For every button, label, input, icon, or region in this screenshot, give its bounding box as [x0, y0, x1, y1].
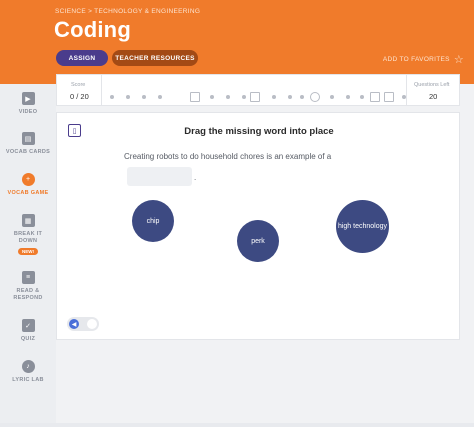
milestone-icon: [370, 92, 380, 102]
sidebar-item-label: VOCAB GAME: [7, 190, 49, 196]
sidebar-item-lyric-lab[interactable]: ♪ LYRIC LAB: [0, 360, 56, 384]
word-bubble-perk[interactable]: perk: [237, 220, 279, 262]
vocab-cards-icon: ▤: [21, 132, 35, 145]
video-icon: ▶: [21, 92, 35, 105]
audio-toggle[interactable]: ◀: [67, 317, 99, 331]
sidebar-item-label: BREAK IT DOWN: [13, 231, 43, 244]
progress-dot: [346, 95, 350, 99]
score-label: Score: [71, 82, 86, 88]
progress-dot: [272, 95, 276, 99]
drop-target[interactable]: [127, 167, 192, 186]
star-icon: ☆: [453, 54, 464, 66]
instruction-text: Drag the missing word into place: [184, 126, 334, 137]
progress-dot: [288, 95, 292, 99]
read-respond-icon: ≡: [21, 271, 35, 284]
milestone-icon: [190, 92, 200, 102]
sidebar-item-read-respond[interactable]: ≡ READ & RESPOND: [0, 271, 56, 302]
sentence-end: .: [194, 173, 197, 182]
milestone-icon: [310, 92, 320, 102]
questions-left-box: Questions Left 20: [406, 75, 459, 105]
questions-left-value: 20: [429, 92, 438, 101]
sidebar-item-label: VOCAB CARDS: [5, 149, 51, 155]
quiz-icon: ✓: [21, 319, 35, 332]
milestone-icon: [250, 92, 260, 102]
speaker-icon: ◀: [69, 319, 79, 329]
progress-dot: [300, 95, 304, 99]
progress-dot: [126, 95, 130, 99]
sidebar-item-label: QUIZ: [20, 336, 36, 342]
breadcrumb[interactable]: SCIENCE > TECHNOLOGY & ENGINEERING: [55, 8, 200, 15]
progress-dot: [242, 95, 246, 99]
new-badge: NEW!: [18, 248, 38, 255]
progress-dot: [210, 95, 214, 99]
page-title: Coding: [54, 17, 131, 42]
add-to-favorites-button[interactable]: ADD TO FAVORITES ☆: [383, 53, 464, 66]
score-box: Score 0 / 20: [57, 75, 102, 105]
progress-dot: [142, 95, 146, 99]
teacher-resources-button[interactable]: TEACHER RESOURCES: [112, 50, 198, 66]
game-card: ▯ Drag the missing word into place Creat…: [56, 112, 460, 340]
word-bubble-high-technology[interactable]: high technology: [336, 200, 389, 253]
progress-dot: [330, 95, 334, 99]
score-bar: Score 0 / 20 Questions Left 20: [56, 74, 460, 106]
sidebar-item-break-it-down[interactable]: ▦ BREAK IT DOWN NEW!: [0, 214, 56, 255]
sidebar-item-label: READ & RESPOND: [13, 288, 43, 301]
sentence-text: Creating robots to do household chores i…: [124, 152, 332, 161]
progress-track: [102, 75, 406, 105]
vocab-game-icon: +: [21, 173, 35, 186]
milestone-icon: [384, 92, 394, 102]
add-to-favorites-label: ADD TO FAVORITES: [382, 56, 450, 63]
questions-left-label: Questions Left: [414, 82, 450, 88]
progress-dot: [360, 95, 364, 99]
sidebar: ▶ VIDEO ▤ VOCAB CARDS + VOCAB GAME ▦ BRE…: [0, 84, 56, 427]
assign-button[interactable]: ASSIGN: [56, 50, 108, 66]
sidebar-item-label: VIDEO: [18, 109, 38, 115]
toggle-knob: [87, 319, 97, 329]
progress-dot: [226, 95, 230, 99]
sidebar-item-vocab-game[interactable]: + VOCAB GAME: [0, 173, 56, 197]
progress-dot: [158, 95, 162, 99]
footer-strip: [0, 423, 474, 427]
word-bubble-chip[interactable]: chip: [132, 200, 174, 242]
score-value: 0 / 20: [70, 92, 89, 101]
lyric-lab-icon: ♪: [21, 360, 35, 373]
sidebar-item-vocab-cards[interactable]: ▤ VOCAB CARDS: [0, 132, 56, 156]
sidebar-item-video[interactable]: ▶ VIDEO: [0, 92, 56, 116]
page-header: SCIENCE > TECHNOLOGY & ENGINEERING Codin…: [0, 0, 474, 84]
progress-dot: [110, 95, 114, 99]
sidebar-item-label: LYRIC LAB: [12, 377, 44, 383]
sidebar-item-quiz[interactable]: ✓ QUIZ: [0, 319, 56, 343]
break-it-down-icon: ▦: [21, 214, 35, 227]
